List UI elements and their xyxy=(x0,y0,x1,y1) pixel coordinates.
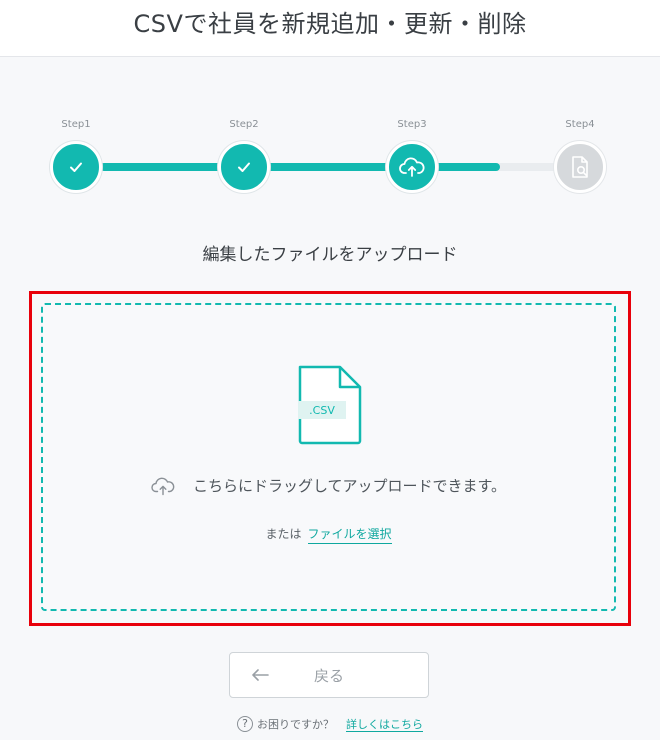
back-button-label: 戻る xyxy=(313,666,344,685)
document-search-icon xyxy=(572,156,588,178)
page-title: CSVで社員を新規追加・更新・削除 xyxy=(133,10,527,38)
question-circle-icon: ? xyxy=(237,716,253,732)
step-4-circle xyxy=(554,141,606,193)
step-3-label: Step3 xyxy=(397,119,427,130)
select-file-link[interactable]: ファイルを選択 xyxy=(307,527,392,544)
step-4-label: Step4 xyxy=(565,119,595,130)
drop-message-text: こちらにドラッグしてアップロードできます。 xyxy=(192,477,507,495)
back-button[interactable]: 戻る xyxy=(229,652,429,698)
step-3-circle xyxy=(386,141,438,193)
csv-badge-text: .CSV xyxy=(309,404,335,417)
progress-stepper: Step1 Step2 Step3 Step4 xyxy=(0,110,660,200)
step-2-label: Step2 xyxy=(229,119,259,130)
help-row: ? お困りですか？ 詳しくはこちら xyxy=(0,716,660,732)
alt-prefix-text: または xyxy=(265,527,302,541)
cloud-upload-icon xyxy=(399,157,425,177)
step-1-label: Step1 xyxy=(61,119,91,130)
help-question-text: お困りですか？ xyxy=(257,718,334,731)
progress-fill xyxy=(100,163,500,171)
section-subtitle: 編集したファイルをアップロード xyxy=(202,245,458,265)
check-icon xyxy=(238,162,250,172)
page-header: CSVで社員を新規追加・更新・削除 xyxy=(0,0,660,57)
alt-select-row: または ファイルを選択 xyxy=(43,525,614,544)
step-1-circle xyxy=(50,141,102,193)
help-details-link[interactable]: 詳しくはこちら xyxy=(346,718,423,732)
file-dropzone[interactable]: .CSV こちらにドラッグしてアップロードできます。 または ファイルを選択 xyxy=(41,303,616,611)
cloud-upload-icon xyxy=(151,477,175,495)
csv-file-icon: .CSV xyxy=(298,365,362,445)
step-2-circle xyxy=(218,141,270,193)
drop-instruction: こちらにドラッグしてアップロードできます。 xyxy=(43,475,614,496)
check-icon xyxy=(70,162,82,172)
